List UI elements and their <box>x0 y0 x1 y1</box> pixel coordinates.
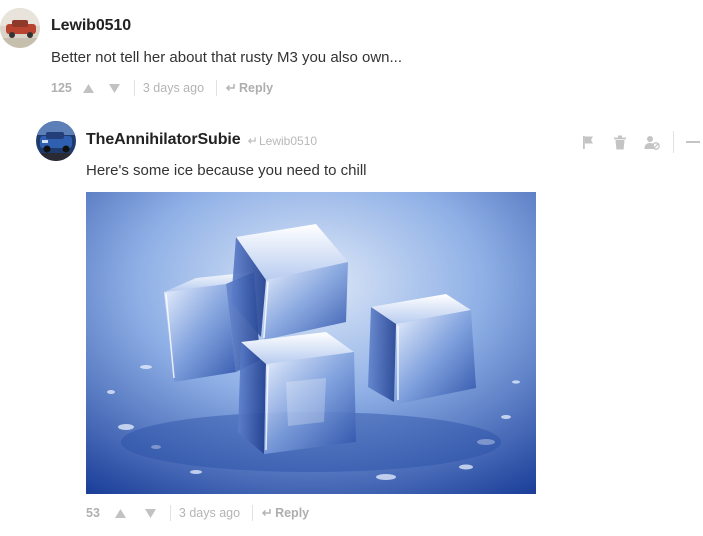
downvote-icon[interactable] <box>108 81 122 95</box>
meta-divider <box>169 505 171 521</box>
collapse-icon[interactable] <box>684 133 702 151</box>
vote-score: 125 <box>51 81 72 95</box>
meta-divider <box>216 80 218 96</box>
comment-actions <box>565 131 702 153</box>
user-avatar[interactable] <box>36 121 76 161</box>
timestamp[interactable]: 3 days ago <box>179 506 240 520</box>
reply-button[interactable]: Reply <box>261 506 309 520</box>
reply-label: Reply <box>239 81 274 95</box>
comment-username[interactable]: TheAnnihilatorSubie <box>86 131 241 149</box>
comment-text: Here's some ice because you need to chil… <box>86 162 367 179</box>
meta-divider <box>252 505 254 521</box>
comment-username[interactable]: Lewib0510 <box>51 17 131 35</box>
block-user-icon[interactable] <box>643 133 661 151</box>
reply-arrow-icon <box>262 509 271 517</box>
comment-meta: 125 3 days ago Reply <box>51 79 273 97</box>
actions-divider <box>673 131 674 153</box>
meta-divider <box>133 80 135 96</box>
reply-label: Reply <box>275 506 310 520</box>
user-avatar[interactable] <box>0 8 40 48</box>
reply-to-link[interactable]: Lewib0510 <box>247 134 317 148</box>
reply-to-username: Lewib0510 <box>259 134 318 148</box>
vote-score: 53 <box>86 506 100 520</box>
reply-arrow-icon <box>225 84 235 92</box>
reply-arrow-icon <box>247 137 256 144</box>
upvote-icon[interactable] <box>82 81 96 95</box>
ice-cubes-image[interactable] <box>86 192 536 494</box>
reply-button[interactable]: Reply <box>225 81 273 95</box>
timestamp[interactable]: 3 days ago <box>143 81 204 95</box>
comment-text: Better not tell her about that rusty M3 … <box>51 49 403 66</box>
upvote-icon[interactable] <box>114 506 128 520</box>
flag-icon[interactable] <box>579 133 597 151</box>
comment-meta: 53 3 days ago Reply <box>86 504 309 522</box>
downvote-icon[interactable] <box>144 506 158 520</box>
trash-icon[interactable] <box>611 133 629 151</box>
